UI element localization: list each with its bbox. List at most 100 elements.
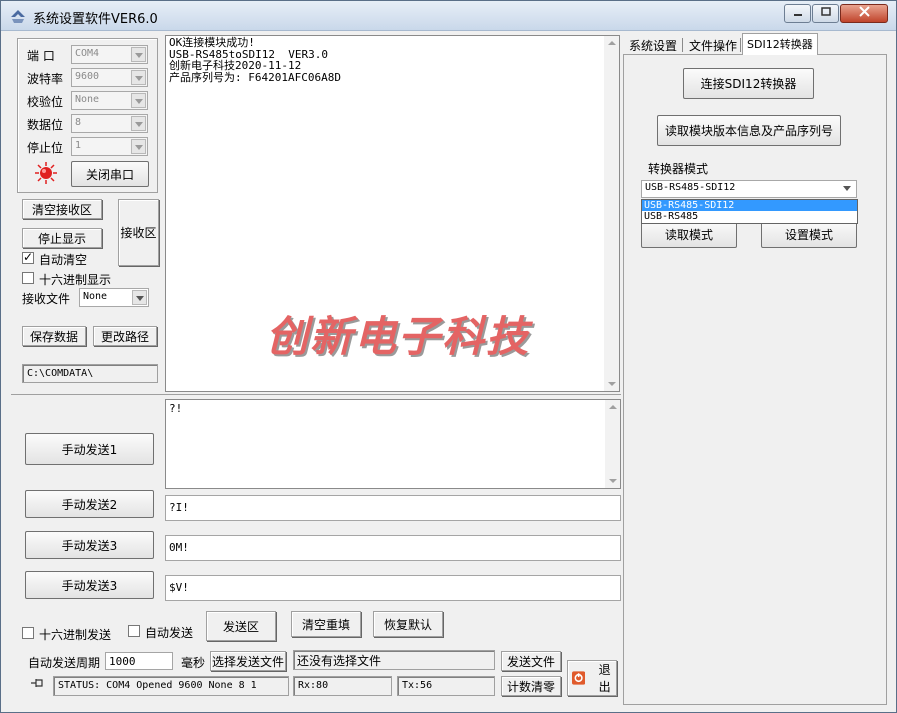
status-display: STATUS: COM4 Opened 9600 None 8 1 xyxy=(53,676,289,696)
scroll-up-icon xyxy=(609,405,617,409)
tab-file-operation[interactable]: 文件操作 xyxy=(685,35,741,55)
auto-clear-checkbox[interactable] xyxy=(22,250,34,264)
auto-send-checkbox[interactable] xyxy=(128,625,140,637)
send-file-button[interactable]: 发送文件 xyxy=(501,651,561,671)
receive-line: 产品序列号为: F64201AFC06A8D xyxy=(169,70,341,84)
converter-mode-select[interactable]: USB-RS485-SDI12 xyxy=(641,180,857,198)
stopbits-select[interactable]: 1 xyxy=(71,137,148,156)
receive-scrollbar[interactable] xyxy=(604,36,619,391)
brand-watermark: 创新电子科技 xyxy=(266,312,531,361)
tab-separator xyxy=(740,38,741,52)
converter-mode-value: USB-RS485-SDI12 xyxy=(645,182,736,193)
receive-lines: OK连接模块成功! USB-RS485toSDI12 VER3.0 创新电子科技… xyxy=(169,37,341,83)
chevron-down-icon xyxy=(132,290,147,305)
port-status-led-icon xyxy=(35,162,57,184)
pin-icon xyxy=(31,679,43,687)
converter-mode-label: 转换器模式 xyxy=(648,162,709,176)
receive-file-label: 接收文件 xyxy=(22,292,71,306)
chevron-down-icon xyxy=(131,93,146,108)
clear-reset-button[interactable]: 清空重填 xyxy=(291,611,361,637)
mode-option[interactable]: USB-RS485 xyxy=(642,211,857,222)
tx-counter: Tx:56 xyxy=(397,676,495,696)
right-panel xyxy=(623,55,887,705)
databits-select[interactable]: 8 xyxy=(71,114,148,133)
close-window-button[interactable] xyxy=(840,4,888,23)
stopbits-label: 停止位 xyxy=(27,141,64,155)
auto-period-input[interactable]: 1000 xyxy=(105,652,173,670)
exit-button[interactable]: 退出 xyxy=(567,660,617,696)
clear-receive-button[interactable]: 清空接收区 xyxy=(22,199,102,219)
rx-counter: Rx:80 xyxy=(293,676,392,696)
chevron-down-icon xyxy=(131,47,146,62)
converter-mode-dropdown: USB-RS485-SDI12 USB-RS485 xyxy=(641,199,858,224)
read-module-info-button[interactable]: 读取模块版本信息及产品序列号 xyxy=(657,115,841,146)
parity-select[interactable]: None xyxy=(71,91,148,110)
close-port-button[interactable]: 关闭串口 xyxy=(71,161,149,187)
receive-file-select[interactable]: None xyxy=(79,288,149,307)
send-field-3[interactable]: 0M! xyxy=(165,535,621,561)
manual-send-1-button[interactable]: 手动发送1 xyxy=(25,433,154,465)
chevron-down-icon xyxy=(131,139,146,154)
baud-label: 波特率 xyxy=(27,72,64,86)
receive-file-value: None xyxy=(83,291,108,302)
send-field-2[interactable]: ?I! xyxy=(165,495,621,521)
send-field-4[interactable]: $V! xyxy=(165,575,621,601)
tab-sdi12-converter[interactable]: SDI12转换器 xyxy=(742,33,818,55)
tab-system-settings[interactable]: 系统设置 xyxy=(625,35,681,55)
auto-period-label: 自动发送周期 xyxy=(28,656,101,670)
hex-send-label: 十六进制发送 xyxy=(39,628,112,642)
hex-display-label: 十六进制显示 xyxy=(39,273,112,287)
file-status-display: 还没有选择文件 xyxy=(293,650,495,670)
maximize-icon xyxy=(820,7,831,16)
send-text-area-1[interactable]: ?! xyxy=(165,399,621,489)
minimize-button[interactable] xyxy=(784,4,811,23)
manual-send-4-button[interactable]: 手动发送3 xyxy=(25,571,154,599)
title-bar: 系统设置软件VER6.0 xyxy=(1,1,896,31)
stopbits-value: 1 xyxy=(75,140,82,151)
reset-count-button[interactable]: 计数清零 xyxy=(501,676,561,696)
send-scrollbar[interactable] xyxy=(605,400,620,488)
tab-separator xyxy=(682,38,683,52)
parity-value: None xyxy=(75,94,100,105)
hex-display-checkbox[interactable] xyxy=(22,272,34,284)
divider xyxy=(11,394,621,395)
connect-sdi12-button[interactable]: 连接SDI12转换器 xyxy=(683,68,814,99)
mode-option[interactable]: USB-RS485-SDI12 xyxy=(642,200,857,211)
auto-clear-label: 自动清空 xyxy=(39,253,88,267)
maximize-button[interactable] xyxy=(812,4,839,23)
scroll-up-icon xyxy=(608,41,616,45)
main-window: 系统设置软件VER6.0 端 口 COM4 波特率 9600 校验位 None … xyxy=(0,0,897,713)
scroll-down-icon xyxy=(609,479,617,483)
receive-area-button[interactable]: 接收区 xyxy=(118,199,159,266)
chevron-down-icon xyxy=(131,70,146,85)
send-value-1: ?! xyxy=(169,402,183,415)
set-mode-button[interactable]: 设置模式 xyxy=(761,220,857,248)
baud-select[interactable]: 9600 xyxy=(71,68,148,87)
scroll-down-icon xyxy=(608,382,616,386)
baud-value: 9600 xyxy=(75,71,100,82)
receive-line: 创新电子科技2020-11-12 xyxy=(169,59,302,72)
hex-send-checkbox[interactable] xyxy=(22,627,34,639)
chevron-down-icon xyxy=(840,181,855,196)
send-area-button[interactable]: 发送区 xyxy=(206,611,276,641)
save-data-button[interactable]: 保存数据 xyxy=(22,326,86,346)
restore-default-button[interactable]: 恢复默认 xyxy=(373,611,443,637)
stop-display-button[interactable]: 停止显示 xyxy=(22,228,102,248)
ms-label: 毫秒 xyxy=(181,656,206,670)
port-select[interactable]: COM4 xyxy=(71,45,148,64)
auto-send-label: 自动发送 xyxy=(145,626,194,640)
port-label: 端 口 xyxy=(27,49,55,63)
manual-send-2-button[interactable]: 手动发送2 xyxy=(25,490,154,518)
read-mode-button[interactable]: 读取模式 xyxy=(641,220,737,248)
minimize-icon xyxy=(793,14,802,16)
receive-path-display: C:\COMDATA\ xyxy=(22,364,158,383)
manual-send-3-button[interactable]: 手动发送3 xyxy=(25,531,154,559)
exit-label: 退出 xyxy=(598,663,611,694)
close-icon xyxy=(858,6,870,17)
choose-send-file-button[interactable]: 选择发送文件 xyxy=(210,651,286,671)
databits-value: 8 xyxy=(75,117,82,128)
app-icon xyxy=(11,10,25,23)
change-path-button[interactable]: 更改路径 xyxy=(93,326,157,346)
parity-label: 校验位 xyxy=(27,95,64,109)
chevron-down-icon xyxy=(131,116,146,131)
